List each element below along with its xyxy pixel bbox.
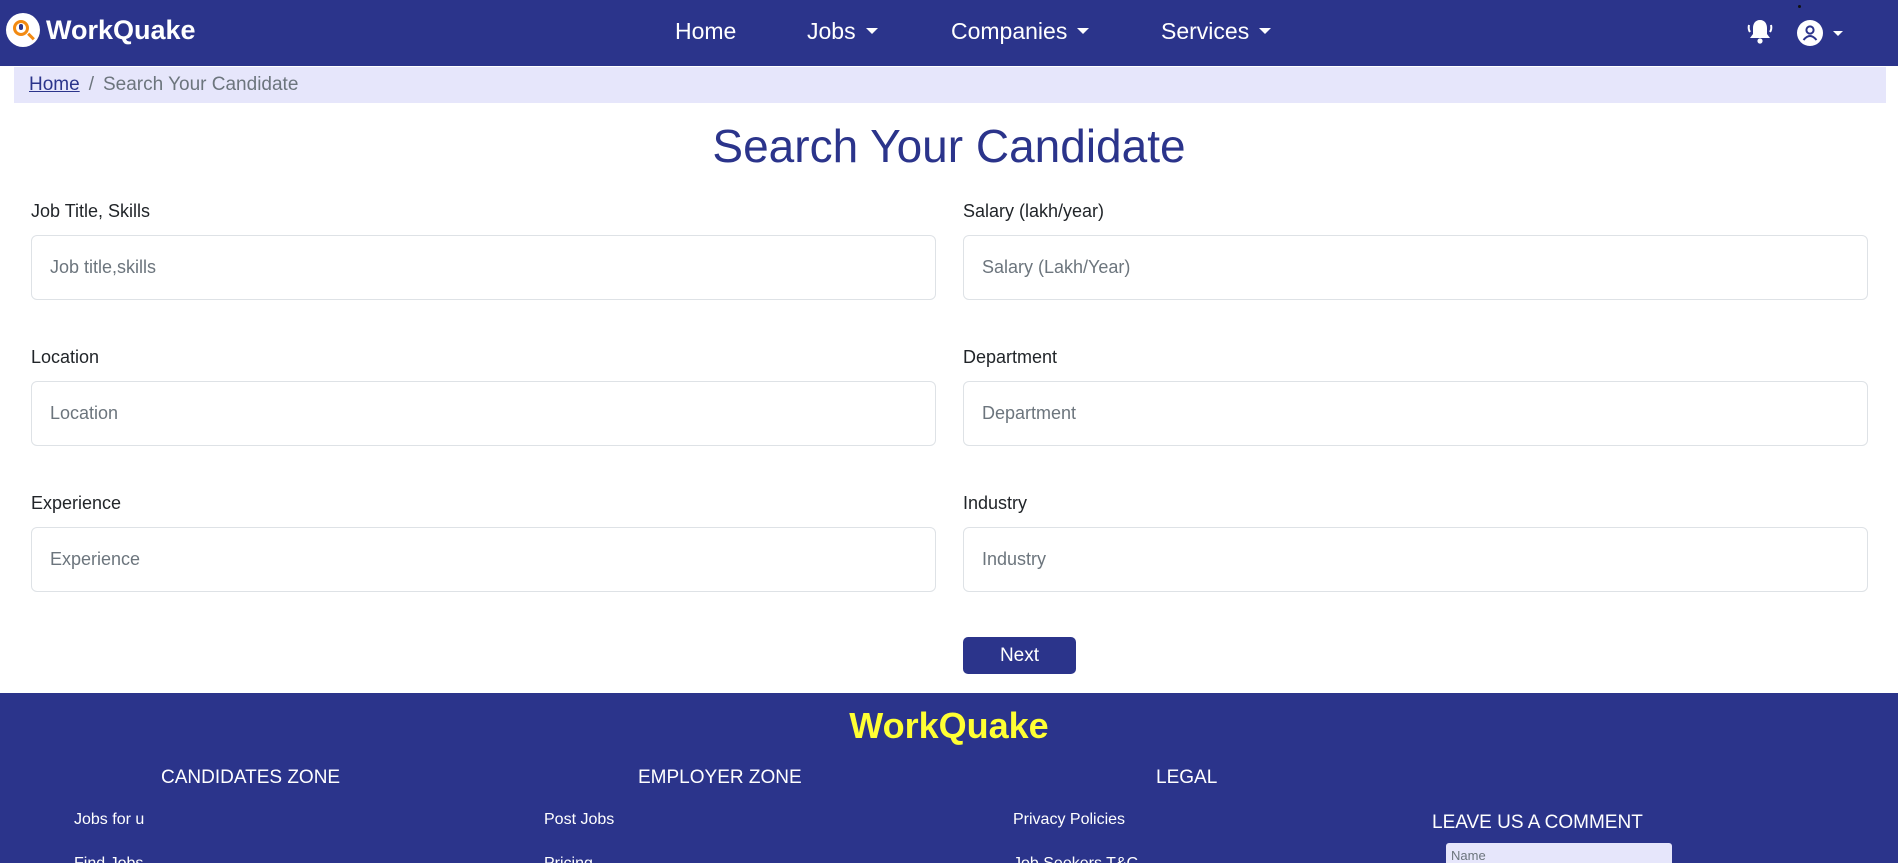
- experience-input[interactable]: [31, 527, 936, 592]
- salary-input[interactable]: [963, 235, 1868, 300]
- breadcrumb-separator: /: [88, 74, 94, 95]
- footer-link-privacy-policies[interactable]: Privacy Policies: [1013, 811, 1125, 829]
- comment-name-input[interactable]: [1446, 843, 1672, 863]
- footer-link-pricing[interactable]: Pricing: [544, 855, 593, 863]
- brand-link[interactable]: WorkQuake: [6, 12, 196, 48]
- bell-icon[interactable]: [1746, 17, 1774, 45]
- nav-jobs-label: Jobs: [807, 17, 856, 44]
- location-label: Location: [31, 347, 100, 367]
- nav-home[interactable]: Home: [675, 16, 736, 46]
- page-title: Search Your Candidate: [712, 120, 1186, 172]
- workquake-logo-icon: [6, 13, 40, 47]
- next-button[interactable]: Next: [963, 637, 1076, 674]
- footer-link-jobs-for-u[interactable]: Jobs for u: [74, 811, 144, 829]
- job-title-label: Job Title, Skills: [31, 201, 151, 221]
- legal-heading: LEGAL: [1156, 767, 1218, 788]
- footer-link-find-jobs[interactable]: Find Jobs: [74, 855, 143, 863]
- nav-jobs-dropdown[interactable]: Jobs: [807, 16, 878, 46]
- footer-link-job-seekers-tc[interactable]: Job Seekers T&C: [1013, 855, 1138, 863]
- user-circle-icon: [1797, 20, 1823, 46]
- candidates-zone-heading: CANDIDATES ZONE: [161, 767, 341, 788]
- nav-companies-label: Companies: [951, 17, 1068, 44]
- footer-brand: WorkQuake: [849, 705, 1049, 746]
- top-navbar: WorkQuake Home Jobs Companies Services: [0, 0, 1898, 66]
- caret-down-icon: [1833, 30, 1843, 36]
- industry-label: Industry: [963, 493, 1028, 513]
- caret-down-icon: [1077, 28, 1090, 34]
- caret-down-icon: [1259, 28, 1272, 34]
- caret-down-icon: [865, 28, 878, 34]
- nav-services-dropdown[interactable]: Services: [1161, 16, 1272, 46]
- experience-label: Experience: [31, 493, 122, 513]
- industry-input[interactable]: [963, 527, 1868, 592]
- brand-name: WorkQuake: [46, 14, 196, 45]
- footer-link-post-jobs[interactable]: Post Jobs: [544, 811, 614, 829]
- location-input[interactable]: [31, 381, 936, 446]
- nav-companies-dropdown[interactable]: Companies: [951, 16, 1090, 46]
- employer-zone-heading: EMPLOYER ZONE: [638, 767, 802, 788]
- department-input[interactable]: [963, 381, 1868, 446]
- site-footer: WorkQuake CANDIDATES ZONE EMPLOYER ZONE …: [0, 693, 1898, 863]
- nav-services-label: Services: [1161, 17, 1250, 44]
- user-menu-dropdown[interactable]: [1797, 19, 1843, 47]
- leave-comment-heading: LEAVE US A COMMENT: [1432, 812, 1643, 833]
- salary-label: Salary (lakh/year): [963, 201, 1105, 221]
- nav-home-label: Home: [675, 17, 737, 44]
- department-label: Department: [963, 347, 1058, 367]
- breadcrumb-current: Search Your Candidate: [102, 74, 299, 95]
- breadcrumb-home-link[interactable]: Home: [29, 74, 80, 96]
- breadcrumb: Home / Search Your Candidate: [14, 67, 1886, 103]
- job-title-input[interactable]: [31, 235, 936, 300]
- status-dot: [1798, 5, 1801, 8]
